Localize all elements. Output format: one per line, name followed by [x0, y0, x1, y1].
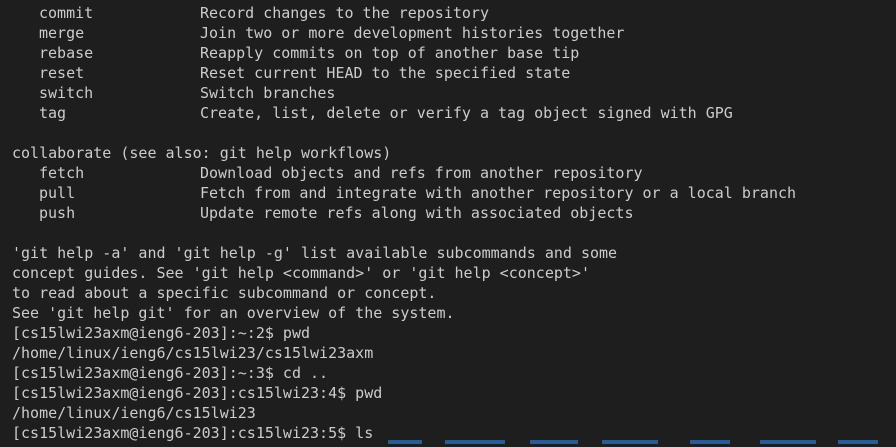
command-name: push [39, 204, 76, 222]
command-name: reset [39, 64, 85, 82]
cut-off-ls-entry [445, 440, 505, 444]
command-name: merge [39, 24, 85, 42]
command-name: commit [39, 4, 94, 22]
command-name: tag [39, 104, 67, 122]
shell-prompt-line: [cs15lwi23axm@ieng6-203]:cs15lwi23:4$ pw… [12, 384, 383, 402]
command-description: Create, list, delete or verify a tag obj… [200, 104, 733, 122]
cut-off-ls-output [0, 440, 896, 447]
cut-off-ls-entry [690, 440, 730, 444]
command-description: Update remote refs along with associated… [200, 204, 634, 222]
command-row-commit: commit Record changes to the repository [12, 3, 896, 23]
command-name: rebase [39, 44, 94, 62]
command-description: Switch branches [200, 84, 336, 102]
command-row-tag: tag Create, list, delete or verify a tag… [12, 103, 896, 123]
help-footer-line: to read about a specific subcommand or c… [12, 284, 437, 302]
help-footer-line: 'git help -a' and 'git help -g' list ava… [12, 244, 618, 262]
shell-prompt-line: [cs15lwi23axm@ieng6-203]:~:2$ pwd [12, 324, 311, 342]
shell-output-line: /home/linux/ieng6/cs15lwi23 [12, 404, 256, 422]
help-footer-line: See 'git help git' for an overview of th… [12, 304, 455, 322]
cut-off-ls-entry [388, 440, 422, 444]
command-row-switch: switch Switch branches [12, 83, 896, 103]
command-description: Fetch from and integrate with another re… [200, 184, 797, 202]
command-description: Download objects and refs from another r… [200, 164, 643, 182]
command-description: Reset current HEAD to the specified stat… [200, 64, 571, 82]
terminal-output[interactable]: commit Record changes to the repository … [0, 0, 896, 447]
help-footer-line: concept guides. See 'git help <command>'… [12, 264, 590, 282]
command-row-merge: merge Join two or more development histo… [12, 23, 896, 43]
cut-off-ls-entry [760, 440, 816, 444]
shell-prompt-line: [cs15lwi23axm@ieng6-203]:~:3$ cd .. [12, 364, 329, 382]
command-row-fetch: fetch Download objects and refs from ano… [12, 163, 896, 183]
command-name: fetch [39, 164, 85, 182]
cut-off-ls-entry [838, 440, 878, 444]
section-heading: collaborate (see also: git help workflow… [12, 144, 392, 162]
command-description: Record changes to the repository [200, 4, 489, 22]
command-row-push: push Update remote refs along with assoc… [12, 203, 896, 223]
command-row-pull: pull Fetch from and integrate with anoth… [12, 183, 896, 203]
cut-off-ls-entry [530, 440, 578, 444]
cut-off-ls-entry [602, 440, 658, 444]
command-description: Join two or more development histories t… [200, 24, 625, 42]
command-row-rebase: rebase Reapply commits on top of another… [12, 43, 896, 63]
command-description: Reapply commits on top of another base t… [200, 44, 580, 62]
command-row-reset: reset Reset current HEAD to the specifie… [12, 63, 896, 83]
command-name: switch [39, 84, 94, 102]
command-name: pull [39, 184, 76, 202]
shell-output-line: /home/linux/ieng6/cs15lwi23/cs15lwi23axm [12, 344, 374, 362]
